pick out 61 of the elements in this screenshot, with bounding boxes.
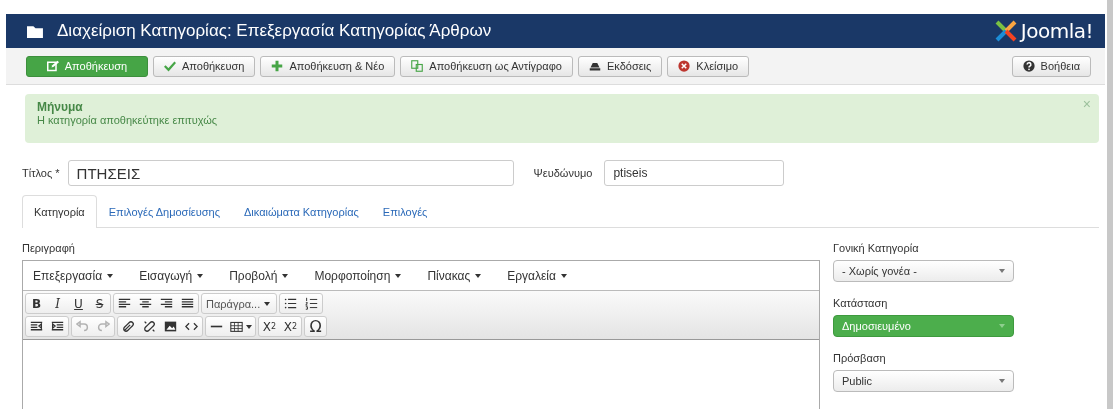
tray-icon <box>588 60 601 72</box>
strikethrough-button[interactable]: S <box>89 294 110 313</box>
align-left-icon <box>118 297 131 310</box>
link-icon <box>122 320 135 333</box>
close-icon <box>678 60 691 72</box>
undo-icon <box>76 320 89 333</box>
image-icon <box>164 320 177 333</box>
scrollbar[interactable] <box>1107 0 1113 409</box>
indent-icon <box>51 320 64 333</box>
message-text: Η κατηγορία αποθηκεύτηκε επιτυχώς <box>37 114 219 126</box>
edit-icon <box>46 60 59 72</box>
redo-icon <box>97 320 110 333</box>
bold-button[interactable]: B <box>26 294 47 313</box>
code-icon <box>185 320 198 333</box>
message-heading: Μήνυμα <box>37 100 84 114</box>
logo-text: Joomla! <box>1020 19 1093 43</box>
field-label: Πρόσβαση <box>833 352 887 364</box>
plus-icon <box>271 60 284 72</box>
outdent-icon <box>30 320 43 333</box>
alias-input[interactable]: ptiseis <box>604 160 785 186</box>
bullet-list-icon <box>284 297 297 310</box>
justify-icon <box>181 297 194 310</box>
format-select[interactable]: Παράγρα... <box>202 294 276 313</box>
underline-button[interactable]: U <box>68 294 89 313</box>
page-title: Διαχείριση Κατηγορίας: Επεξεργασία Κατηγορίας Άρθρων <box>57 21 493 41</box>
dropdown[interactable]: Public <box>833 370 1014 392</box>
align-center-icon <box>139 297 152 310</box>
italic-button[interactable]: I <box>47 294 68 313</box>
menu-item[interactable]: Εισαγωγή <box>135 268 208 283</box>
help-icon <box>1022 60 1035 72</box>
field-label: Γονική Κατηγορία <box>833 242 920 254</box>
save-button[interactable]: Αποθήκευση & Νέο <box>260 55 396 77</box>
save-button[interactable]: Αποθήκευση <box>153 55 256 77</box>
menu-item[interactable]: Επεξεργασία <box>29 268 118 283</box>
numbered-list-icon <box>305 297 318 310</box>
unlink-icon <box>143 320 156 333</box>
table-icon <box>230 320 243 333</box>
tab[interactable]: Δικαιώματα Κατηγορίας <box>231 195 371 227</box>
align-right-icon <box>160 297 173 310</box>
tab[interactable]: Επιλογές Δημοσίευσης <box>96 195 232 227</box>
close-button[interactable]: Κλείσιμο <box>667 55 750 77</box>
versions-button[interactable]: Εκδόσεις <box>577 55 663 77</box>
check-icon <box>164 60 176 72</box>
field-label: Τίτλος * <box>22 167 60 179</box>
menu-item[interactable]: Εργαλεία <box>503 268 571 283</box>
save-button[interactable]: Αποθήκευση ως Αντίγραφο <box>400 55 573 77</box>
field-label: Κατάσταση <box>833 297 889 309</box>
superscript-button[interactable]: X$^{2}$ <box>280 317 301 336</box>
help-button[interactable]: Βοήθεια <box>1011 55 1091 77</box>
logo-icon <box>993 19 1018 43</box>
title-input[interactable]: ΠΤΗΣΕΙΣ <box>67 160 514 186</box>
field-label: Περιγραφή <box>22 242 76 254</box>
tab[interactable]: Κατηγορία <box>22 195 97 228</box>
field-label: Ψευδώνυμο <box>533 167 593 179</box>
dropdown[interactable]: - Χωρίς γονέα - <box>833 260 1014 282</box>
menu-item[interactable]: Μορφοποίηση <box>310 268 406 283</box>
special-character-button[interactable]: Ω <box>305 317 326 336</box>
menu-item[interactable]: Προβολή <box>225 268 293 283</box>
menu-item[interactable]: Πίνακας <box>423 268 486 283</box>
copy-icon <box>411 60 424 72</box>
tab[interactable]: Επιλογές <box>370 195 440 227</box>
